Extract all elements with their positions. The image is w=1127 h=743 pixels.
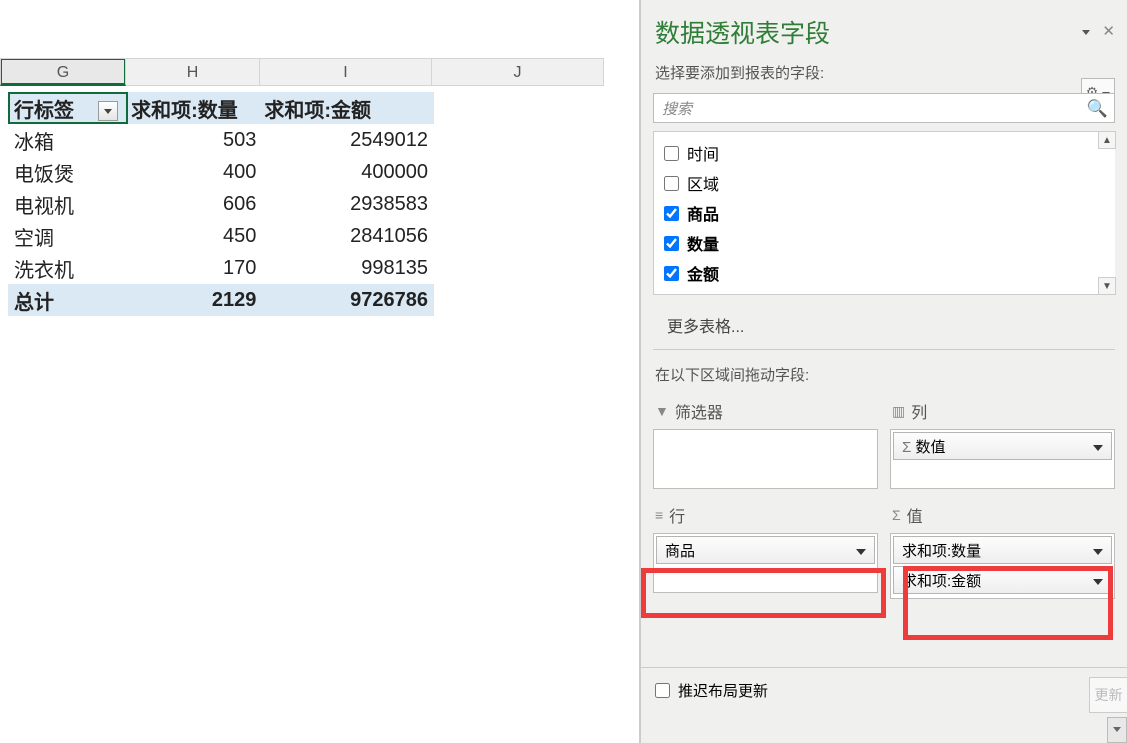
field-label: 数量 (687, 231, 719, 255)
field-item-product[interactable]: 商品 (654, 198, 1115, 228)
field-label: 商品 (687, 201, 719, 225)
area-title-text: 行 (669, 503, 685, 527)
rows-dropzone[interactable]: 商品 (653, 533, 878, 593)
row-qty: 503 (129, 124, 262, 156)
filter-icon: ▼ (655, 403, 669, 419)
row-qty: 450 (129, 220, 262, 252)
scroll-up-icon[interactable]: ▲ (1098, 131, 1116, 149)
chip-values-placeholder[interactable]: Σ 数值 (893, 432, 1112, 460)
field-list: ▲ 时间 区域 商品 数量 金额 ▼ (653, 131, 1115, 295)
search-placeholder: 搜索 (662, 98, 692, 119)
field-checkbox[interactable] (664, 266, 679, 281)
table-row[interactable]: 电视机6062938583 (8, 188, 434, 220)
pivot-header-qty[interactable]: 求和项:数量 (129, 92, 262, 124)
area-values: Σ值 求和项:数量 求和项:金额 (890, 499, 1115, 599)
row-label: 电饭煲 (8, 156, 129, 188)
row-qty: 170 (129, 252, 262, 284)
rowlabel-filter-dropdown[interactable] (98, 101, 118, 121)
scrollbar-down[interactable] (1107, 717, 1127, 743)
defer-layout-row: 推迟布局更新 (641, 667, 1127, 713)
field-item-time[interactable]: 时间 (654, 138, 1115, 168)
table-row[interactable]: 电饭煲400400000 (8, 156, 434, 188)
more-tables-link[interactable]: 更多表格... (653, 303, 1115, 350)
area-filter: ▼ 筛选器 (653, 395, 878, 489)
field-label: 区域 (687, 171, 719, 195)
chip-label: 商品 (665, 540, 695, 561)
col-header-G[interactable]: G (0, 58, 126, 86)
field-label: 金额 (687, 261, 719, 285)
chip-product[interactable]: 商品 (656, 536, 875, 564)
chevron-down-icon[interactable] (1093, 438, 1103, 455)
row-qty: 400 (129, 156, 262, 188)
col-header-J[interactable]: J (432, 58, 604, 86)
total-label: 总计 (8, 284, 129, 316)
field-checkbox[interactable] (664, 206, 679, 221)
field-label: 时间 (687, 141, 719, 165)
chip-sum-amount[interactable]: 求和项:金额 (893, 566, 1112, 594)
defer-checkbox[interactable] (655, 683, 670, 698)
pivot-header-amount[interactable]: 求和项:金额 (262, 92, 434, 124)
chip-sum-qty[interactable]: 求和项:数量 (893, 536, 1112, 564)
col-header-H[interactable]: H (126, 58, 260, 86)
row-amount: 2938583 (262, 188, 434, 220)
area-title-text: 列 (911, 399, 927, 423)
area-columns: ▥ 列 Σ 数值 (890, 395, 1115, 489)
columns-dropzone[interactable]: Σ 数值 (890, 429, 1115, 489)
total-amount: 9726786 (262, 284, 434, 316)
row-qty: 606 (129, 188, 262, 220)
chevron-down-icon[interactable] (1093, 572, 1103, 589)
scroll-down-icon[interactable]: ▼ (1098, 277, 1116, 295)
filter-dropzone[interactable] (653, 429, 878, 489)
pivot-fields-pane: ✕ 数据透视表字段 选择要添加到报表的字段: ⚙ 搜索 🔍 ▲ 时间 区域 商品… (640, 0, 1127, 743)
update-button[interactable]: 更新 (1089, 677, 1127, 713)
col-header-I[interactable]: I (260, 58, 432, 86)
row-amount: 2841056 (262, 220, 434, 252)
field-checkbox[interactable] (664, 176, 679, 191)
values-dropzone[interactable]: 求和项:数量 求和项:金额 (890, 533, 1115, 599)
row-amount: 2549012 (262, 124, 434, 156)
field-checkbox[interactable] (664, 146, 679, 161)
caret-down-icon[interactable] (1080, 22, 1090, 40)
total-qty: 2129 (129, 284, 262, 316)
row-label: 洗衣机 (8, 252, 129, 284)
spreadsheet-area[interactable]: G H I J 行标签 求和项:数量 求和项:金额 冰箱5032549012 电… (0, 0, 640, 743)
search-input[interactable]: 搜索 🔍 (653, 93, 1115, 123)
pivot-total-row[interactable]: 总计 2129 9726786 (8, 284, 434, 316)
sigma-icon: Σ (892, 507, 901, 523)
area-title-text: 值 (907, 503, 923, 527)
pivot-header-rowlabel[interactable]: 行标签 (8, 92, 129, 124)
field-item-amount[interactable]: 金额 (654, 258, 1115, 288)
drag-instruction: 在以下区域间拖动字段: (641, 350, 1127, 395)
field-item-region[interactable]: 区域 (654, 168, 1115, 198)
chip-label: 求和项:金额 (902, 570, 981, 591)
table-row[interactable]: 空调4502841056 (8, 220, 434, 252)
pivot-table[interactable]: 行标签 求和项:数量 求和项:金额 冰箱5032549012 电饭煲400400… (8, 92, 434, 316)
rows-icon: ≡ (655, 507, 663, 523)
pane-title: 数据透视表字段 (641, 0, 1127, 56)
defer-label: 推迟布局更新 (678, 680, 768, 701)
search-icon: 🔍 (1087, 99, 1108, 119)
chip-label: 求和项:数量 (902, 540, 981, 561)
row-amount: 998135 (262, 252, 434, 284)
field-item-qty[interactable]: 数量 (654, 228, 1115, 258)
field-checkbox[interactable] (664, 236, 679, 251)
column-headers: G H I J (0, 58, 604, 86)
close-icon[interactable]: ✕ (1102, 22, 1115, 40)
table-row[interactable]: 冰箱5032549012 (8, 124, 434, 156)
table-row[interactable]: 洗衣机170998135 (8, 252, 434, 284)
area-title-text: 筛选器 (675, 399, 723, 423)
columns-icon: ▥ (892, 403, 905, 420)
row-amount: 400000 (262, 156, 434, 188)
pane-subtitle: 选择要添加到报表的字段: (641, 56, 1127, 93)
row-label: 电视机 (8, 188, 129, 220)
area-rows: ≡ 行 商品 (653, 499, 878, 599)
row-label: 空调 (8, 220, 129, 252)
chevron-down-icon[interactable] (856, 542, 866, 559)
pivot-header-rowlabel-text: 行标签 (14, 100, 74, 122)
chip-label: 数值 (915, 439, 945, 456)
row-label: 冰箱 (8, 124, 129, 156)
chevron-down-icon[interactable] (1093, 542, 1103, 559)
